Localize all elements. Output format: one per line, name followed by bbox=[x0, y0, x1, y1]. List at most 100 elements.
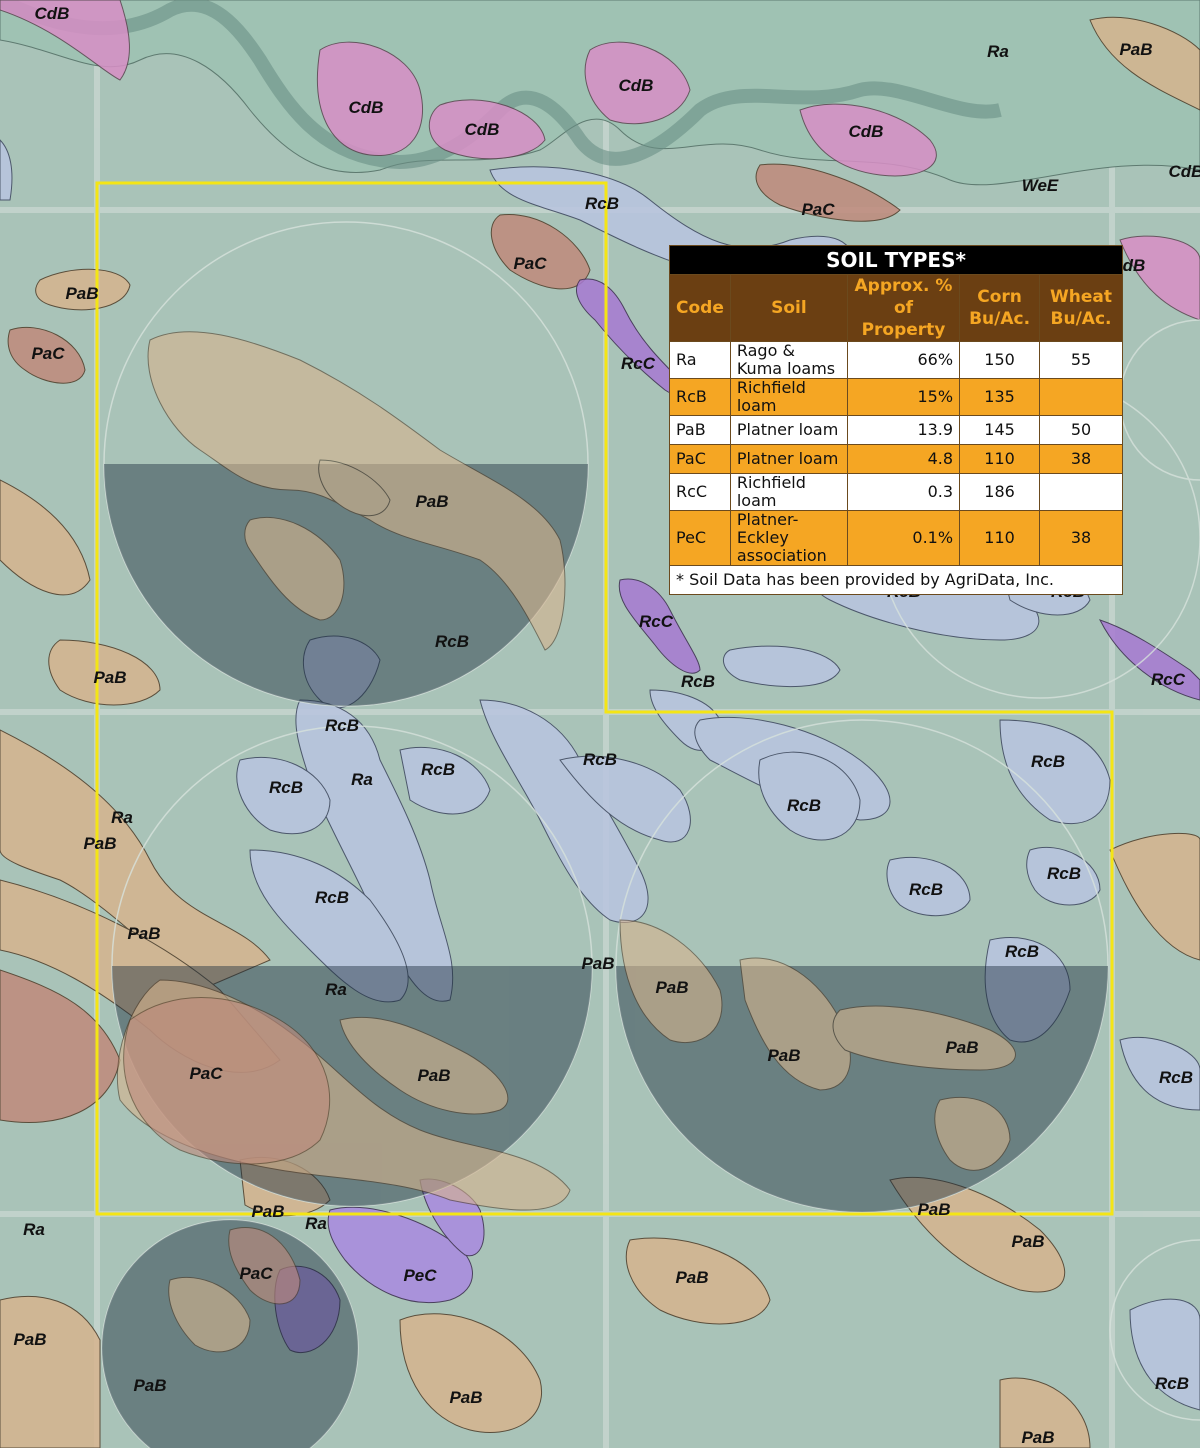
table-row: PeC Platner-Eckley association 0.1% 110 … bbox=[669, 510, 1123, 566]
soil-label: PaB bbox=[917, 1200, 951, 1219]
soil-label: Ra bbox=[305, 1214, 327, 1233]
soil-label: PaC bbox=[31, 344, 65, 363]
soil-label: WeE bbox=[1021, 176, 1059, 195]
soil-label: CdB bbox=[1168, 162, 1200, 181]
cell-corn: 186 bbox=[959, 473, 1041, 511]
soil-label: PaC bbox=[189, 1064, 223, 1083]
soil-label: RcB bbox=[314, 888, 350, 907]
soil-label: RcB bbox=[420, 760, 456, 779]
soil-label: PaB bbox=[127, 924, 161, 943]
cell-corn: 110 bbox=[959, 444, 1041, 474]
soil-label: RcC bbox=[620, 354, 656, 373]
soil-label: PaC bbox=[801, 200, 835, 219]
soil-label: PaB bbox=[83, 834, 117, 853]
header-wheat: Wheat Bu/Ac. bbox=[1039, 274, 1123, 342]
soil-label: RcB bbox=[434, 632, 470, 651]
table-row: RcB Richfield loam 15% 135 bbox=[669, 378, 1123, 416]
soil-label: Ra bbox=[351, 770, 373, 789]
cell-soil: Platner loam bbox=[729, 444, 848, 474]
cell-wheat bbox=[1039, 473, 1123, 511]
soil-label: PaB bbox=[1021, 1428, 1055, 1447]
cell-code: Ra bbox=[669, 341, 731, 379]
soil-label: Ra bbox=[987, 42, 1009, 61]
soil-label: PaB bbox=[1119, 40, 1153, 59]
cell-code: RcC bbox=[669, 473, 731, 511]
cell-code: RcB bbox=[669, 378, 731, 416]
header-pct: Approx. % of Property bbox=[846, 274, 961, 342]
header-corn: Corn Bu/Ac. bbox=[959, 274, 1041, 342]
soil-label: RcC bbox=[638, 612, 674, 631]
cell-pct: 4.8 bbox=[846, 444, 961, 474]
soil-label: PaB bbox=[415, 492, 449, 511]
soil-label: PaB bbox=[133, 1376, 167, 1395]
soil-label: PaB bbox=[767, 1046, 801, 1065]
soil-label: PaB bbox=[655, 978, 689, 997]
cell-soil: Platner loam bbox=[729, 415, 848, 445]
cell-wheat bbox=[1039, 378, 1123, 416]
cell-soil: Richfield loam bbox=[729, 378, 848, 416]
cell-corn: 145 bbox=[959, 415, 1041, 445]
soil-label: RcB bbox=[582, 750, 618, 769]
header-code: Code bbox=[669, 274, 731, 342]
cell-pct: 66% bbox=[846, 341, 961, 379]
soil-label: RcB bbox=[1046, 864, 1082, 883]
soil-label: RcB bbox=[1154, 1374, 1190, 1393]
soil-label: CdB bbox=[464, 120, 500, 139]
cell-code: PaC bbox=[669, 444, 731, 474]
cell-pct: 13.9 bbox=[846, 415, 961, 445]
cell-wheat: 38 bbox=[1039, 510, 1123, 566]
table-footnote: * Soil Data has been provided by AgriDat… bbox=[669, 565, 1123, 595]
cell-corn: 150 bbox=[959, 341, 1041, 379]
soil-label: PaB bbox=[417, 1066, 451, 1085]
soil-label: Ra bbox=[325, 980, 347, 999]
soil-label: RcB bbox=[786, 796, 822, 815]
cell-soil: Rago & Kuma loams bbox=[729, 341, 848, 379]
soil-label: RcB bbox=[1030, 752, 1066, 771]
table-title: SOIL TYPES* bbox=[669, 245, 1123, 275]
soil-types-table: SOIL TYPES* Code Soil Approx. % of Prope… bbox=[669, 245, 1123, 595]
soil-label: CdB bbox=[618, 76, 654, 95]
cell-soil: Platner-Eckley association bbox=[729, 510, 848, 566]
cell-code: PeC bbox=[669, 510, 731, 566]
soil-label: PaB bbox=[251, 1202, 285, 1221]
soil-label: PaB bbox=[581, 954, 615, 973]
soil-label: CdB bbox=[34, 4, 70, 23]
soil-label: PaC bbox=[513, 254, 547, 273]
soil-label: PaB bbox=[449, 1388, 483, 1407]
soil-label: CdB bbox=[348, 98, 384, 117]
soil-label: RcB bbox=[584, 194, 620, 213]
soil-label: PaB bbox=[1011, 1232, 1045, 1251]
soil-label: PaB bbox=[65, 284, 99, 303]
soil-label: RcB bbox=[324, 716, 360, 735]
cell-corn: 135 bbox=[959, 378, 1041, 416]
soil-label: Ra bbox=[23, 1220, 45, 1239]
table-row: PaC Platner loam 4.8 110 38 bbox=[669, 444, 1123, 474]
cell-corn: 110 bbox=[959, 510, 1041, 566]
soil-map bbox=[0, 0, 1200, 1448]
soil-label: RcB bbox=[1158, 1068, 1194, 1087]
soil-label: RcC bbox=[1150, 670, 1186, 689]
cell-wheat: 50 bbox=[1039, 415, 1123, 445]
cell-wheat: 55 bbox=[1039, 341, 1123, 379]
soil-label: PaB bbox=[13, 1330, 47, 1349]
cell-pct: 0.1% bbox=[846, 510, 961, 566]
soil-label: PaB bbox=[675, 1268, 709, 1287]
soil-label: PaB bbox=[945, 1038, 979, 1057]
soil-label: RcB bbox=[908, 880, 944, 899]
soil-label: PeC bbox=[403, 1266, 437, 1285]
table-row: PaB Platner loam 13.9 145 50 bbox=[669, 415, 1123, 445]
soil-label: CdB bbox=[848, 122, 884, 141]
soil-label: PaB bbox=[93, 668, 127, 687]
cell-pct: 15% bbox=[846, 378, 961, 416]
soil-label: Ra bbox=[111, 808, 133, 827]
cell-pct: 0.3 bbox=[846, 473, 961, 511]
soil-label: PaC bbox=[239, 1264, 273, 1283]
cell-soil: Richfield loam bbox=[729, 473, 848, 511]
soil-label: RcB bbox=[268, 778, 304, 797]
table-row: Ra Rago & Kuma loams 66% 150 55 bbox=[669, 341, 1123, 379]
table-row: RcC Richfield loam 0.3 186 bbox=[669, 473, 1123, 511]
soil-label: RcB bbox=[680, 672, 716, 691]
cell-wheat: 38 bbox=[1039, 444, 1123, 474]
cell-code: PaB bbox=[669, 415, 731, 445]
header-soil: Soil bbox=[729, 274, 848, 342]
